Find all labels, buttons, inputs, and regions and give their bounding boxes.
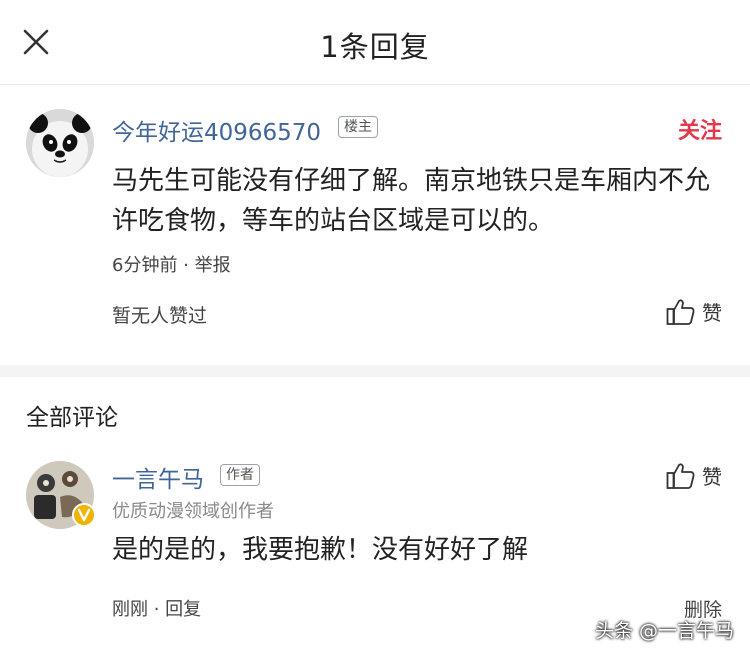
like-button[interactable]: 赞 — [666, 461, 722, 490]
thumbs-up-icon — [666, 298, 695, 325]
like-label: 赞 — [702, 301, 722, 325]
author-description: 优质动漫领域创作者 — [112, 501, 274, 522]
avatar[interactable] — [26, 109, 94, 177]
verified-badge-icon — [72, 503, 96, 527]
username[interactable]: 一言午马 — [112, 460, 204, 494]
main-comment: 今年好运40966570 楼主 关注 马先生可能没有仔细了解。南京地铁只是车厢内… — [0, 85, 750, 365]
comment-meta: 6分钟前 · 举报 — [112, 251, 231, 277]
owner-tag: 楼主 — [338, 116, 378, 138]
comment-time: 刚刚 — [112, 599, 148, 620]
top-bar: 1条回复 — [0, 0, 750, 85]
follow-button[interactable]: 关注 — [678, 113, 722, 145]
comment-time: 6分钟前 — [112, 255, 178, 276]
page-title: 1条回复 — [320, 30, 430, 64]
reply-button[interactable]: 回复 — [165, 599, 201, 620]
section-divider — [0, 365, 750, 377]
username[interactable]: 今年好运40966570 — [112, 113, 321, 147]
meta-separator: · — [177, 255, 195, 276]
like-button[interactable]: 赞 — [666, 297, 722, 326]
meta-separator: · — [148, 599, 166, 620]
thumbs-up-icon — [666, 462, 695, 489]
like-label: 赞 — [702, 465, 722, 489]
report-button[interactable]: 举报 — [195, 255, 231, 276]
author-tag: 作者 — [220, 464, 260, 486]
comment-meta: 刚刚 · 回复 — [112, 595, 201, 621]
watermark: 头条 @一言午马 — [594, 620, 734, 642]
comment-text: 马先生可能没有仔细了解。南京地铁只是车厢内不允许吃食物，等车的站台区域是可以的。 — [112, 166, 711, 236]
comment-text: 是的是的，我要抱歉！没有好好了解 — [112, 535, 529, 565]
no-likes-text: 暂无人赞过 — [112, 305, 208, 327]
section-heading: 全部评论 — [26, 405, 118, 431]
panda-avatar-icon — [26, 109, 94, 177]
